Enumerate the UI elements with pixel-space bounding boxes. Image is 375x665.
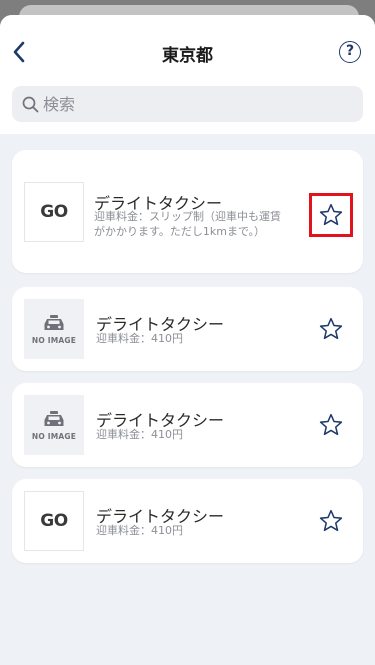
star-outline-icon [319, 413, 343, 436]
star-outline-icon [319, 203, 343, 226]
favorite-button[interactable] [309, 193, 353, 237]
search-input[interactable] [43, 94, 343, 114]
favorite-button[interactable] [311, 405, 351, 445]
go-logo: GO [24, 182, 84, 242]
list-item[interactable]: NO IMAGE デライトタクシー 迎車料金：410円 [12, 287, 363, 371]
star-outline-icon [319, 509, 343, 532]
list-item[interactable]: GO デライトタクシー 迎車料金：スリップ制（迎車中も運賃 がかかります。ただし… [12, 150, 363, 273]
header-area: 東京都 ? [0, 15, 375, 134]
list-item[interactable]: NO IMAGE デライトタクシー 迎車料金：410円 [12, 383, 363, 467]
pickup-fee: 迎車料金：スリップ制（迎車中も運賃 [94, 210, 281, 223]
taxi-icon [44, 410, 64, 426]
help-button[interactable]: ? [339, 41, 361, 63]
favorite-button[interactable] [311, 309, 351, 349]
pickup-fee: 迎車料金：410円 [96, 332, 183, 345]
favorite-button[interactable] [311, 501, 351, 541]
search-icon [22, 96, 39, 112]
question-icon: ? [345, 43, 355, 59]
list-item[interactable]: GO デライトタクシー 迎車料金：410円 [12, 479, 363, 563]
page-title: 東京都 [162, 46, 213, 66]
pickup-fee: 迎車料金：410円 [96, 524, 183, 537]
go-logo: GO [24, 491, 84, 551]
no-image-placeholder: NO IMAGE [24, 299, 84, 359]
star-outline-icon [319, 317, 343, 340]
search-bar[interactable] [12, 86, 363, 122]
no-image-placeholder: NO IMAGE [24, 395, 84, 455]
pickup-fee-note: がかかります。ただし1kmまで。） [94, 225, 266, 238]
taxi-icon [44, 314, 64, 330]
modal-sheet: 東京都 ? GO デライトタクシー 迎車料金：スリップ制（迎車中も運賃 がかかり… [0, 15, 375, 665]
pickup-fee: 迎車料金：410円 [96, 428, 183, 441]
